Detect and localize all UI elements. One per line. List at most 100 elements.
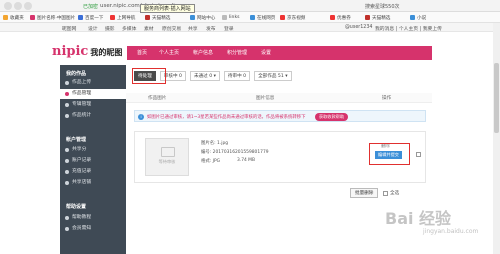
site-logo[interactable]: nipic 我的昵图 <box>52 44 122 59</box>
sidebar-item-tutorial[interactable]: 帮助教程 <box>60 213 126 223</box>
filter-in-review[interactable]: 待审中 0 <box>223 71 251 81</box>
site-nav-item[interactable]: 设计 <box>88 25 98 32</box>
notice-help-button[interactable]: 获取收款帮助 <box>315 113 349 121</box>
bookmark-item[interactable]: 上网导航 <box>110 15 135 21</box>
username[interactable]: @user1234 <box>345 25 372 30</box>
highlight-box-action <box>369 143 410 165</box>
site-nav-item[interactable]: 多媒体 <box>122 25 136 32</box>
sidebar-item-label: 充值记录 <box>72 169 92 174</box>
bookmark-label: 天猫精选 <box>152 15 171 21</box>
bookmark-item[interactable]: 优惠券 <box>330 15 351 21</box>
tab-settings[interactable]: 设置 <box>261 49 271 56</box>
site-nav-item[interactable]: 登录 <box>224 25 234 32</box>
notice-icon <box>65 227 69 231</box>
site-nav-item[interactable]: 昵图网 <box>62 25 76 32</box>
bookmark-label: 收藏夹 <box>10 15 24 21</box>
select-all-checkbox[interactable] <box>383 191 388 196</box>
bookmark-item[interactable]: 天猫精选 <box>145 15 170 21</box>
thumbnail-label: 等待审核 <box>158 159 176 164</box>
notice-banner: i 如图片已通过审核，请1~3星若某些作品尚未通过审核的话，作品将被系统转移下 … <box>134 110 426 122</box>
bulk-delete-button[interactable]: 批量删除 <box>350 188 379 198</box>
sidebar-item-label: 帮助教程 <box>72 215 92 220</box>
forward-icon[interactable] <box>14 2 22 10</box>
bookmark-item[interactable]: 天猫精选 <box>365 15 390 21</box>
sidebar-item-member-notice[interactable]: 会员需知 <box>60 224 126 234</box>
logo-wordmark: nipic <box>52 44 89 59</box>
bookmark-icon <box>30 15 35 20</box>
highlight-box-filter <box>132 68 166 84</box>
filter-all[interactable]: 全部作品 51 ▾ <box>254 71 292 81</box>
bookmark-label: 小说 <box>417 15 427 21</box>
sidebar-item-points[interactable]: 共享分 <box>60 145 126 155</box>
bookmark-label: 图片名称·中国图片 <box>37 15 76 21</box>
select-all-label: 全选 <box>390 191 400 196</box>
thumbnail-placeholder[interactable]: 等待审核 <box>145 138 189 176</box>
bookmark-label: 京东视频 <box>287 15 306 21</box>
info-icon: i <box>138 113 144 120</box>
tab-home[interactable]: 首页 <box>137 49 147 56</box>
recharge-icon <box>65 170 69 174</box>
filter-rejected[interactable]: 未通过 0 ▾ <box>189 71 220 81</box>
sidebar-item-label: 共享店铺 <box>72 180 92 185</box>
sidebar-item-albums[interactable]: 专辑管理 <box>60 100 126 110</box>
sidebar-item-shop[interactable]: 共享店铺 <box>60 178 126 188</box>
bookmark-item[interactable]: 图片名称·中国图片 <box>30 15 75 21</box>
tab-profile[interactable]: 个人主页 <box>159 49 179 56</box>
help-icon <box>65 216 69 220</box>
item-checkbox[interactable] <box>416 152 421 157</box>
bookmark-item[interactable]: 在线网页 <box>250 15 275 21</box>
bookmark-item[interactable]: 百度一下 <box>78 15 103 21</box>
sidebar-item-upload[interactable]: 作品上传 <box>60 78 126 88</box>
sidebar-item-manage[interactable]: 作品管理 <box>60 89 126 99</box>
upload-icon <box>65 81 69 85</box>
records-icon <box>65 159 69 163</box>
sidebar-group-help: 帮助设置 <box>66 204 87 210</box>
tab-account[interactable]: 帐户信息 <box>193 49 213 56</box>
tab-points[interactable]: 积分管理 <box>227 49 247 56</box>
bookmark-icon <box>78 15 83 20</box>
bookmark-icon <box>330 15 335 20</box>
bookmark-item[interactable]: 网站中心 <box>190 15 215 21</box>
bookmark-label: 上网导航 <box>117 15 136 21</box>
notice-text: 如图片已通过审核，请1~3星若某些作品尚未通过审核的话，作品将被系统转移下 <box>147 115 306 120</box>
bookmark-icon <box>145 15 150 20</box>
bookmark-icon <box>410 15 415 20</box>
sidebar: 我的作品 作品上传 作品管理 专辑管理 作品统计 帐户管理 共享分 账户记录 充… <box>60 65 126 254</box>
bookmark-label: 在线网页 <box>257 15 276 21</box>
sidebar-item-recharge[interactable]: 充值记录 <box>60 167 126 177</box>
bookmark-label: 优惠券 <box>337 15 351 21</box>
page-header: nipic 我的昵图 首页 个人主页 帐户信息 积分管理 设置 <box>0 32 500 65</box>
site-nav-item[interactable]: 发布 <box>206 25 216 32</box>
sidebar-item-label: 作品上传 <box>72 80 92 85</box>
page-scrollbar[interactable] <box>493 23 500 254</box>
browser-search-box[interactable]: 搜索星球550次 <box>365 3 400 10</box>
column-header: 作品图片 <box>148 96 167 101</box>
secure-badge: 已加密 <box>83 4 99 10</box>
bookmark-item[interactable]: links <box>222 14 240 20</box>
sidebar-item-records[interactable]: 账户记录 <box>60 156 126 166</box>
item-number: 编号: 20170316201559801779 <box>201 150 269 155</box>
bookmark-item[interactable]: 收藏夹 <box>3 15 24 21</box>
sidebar-item-label: 专辑管理 <box>72 102 92 107</box>
scrollbar-thumb[interactable] <box>494 63 499 133</box>
bookmark-icon <box>190 15 195 20</box>
site-nav-right-links[interactable]: 我的消息 | 个人主页 | 我要上传 <box>375 25 442 32</box>
sidebar-item-stats[interactable]: 作品统计 <box>60 111 126 121</box>
site-nav-item[interactable]: 摄影 <box>105 25 115 32</box>
site-nav-item[interactable]: 共享 <box>188 25 198 32</box>
sidebar-item-label: 会员需知 <box>72 226 92 231</box>
refresh-icon[interactable] <box>24 2 32 10</box>
main-nav-bar: 首页 个人主页 帐户信息 积分管理 设置 <box>127 46 432 60</box>
points-icon <box>65 148 69 152</box>
site-nav-item[interactable]: 原创交易 <box>162 25 181 32</box>
site-nav-item[interactable]: 素材 <box>144 25 154 32</box>
column-header: 图片信息 <box>256 96 275 101</box>
bookmark-icon <box>3 15 8 20</box>
item-name: 图片名: 1.jpg <box>201 141 229 146</box>
back-icon[interactable] <box>4 2 12 10</box>
site-top-nav: 昵图网 设计 摄影 多媒体 素材 原创交易 共享 发布 登录 @user1234… <box>0 23 500 32</box>
bookmark-item[interactable]: 小说 <box>410 15 426 21</box>
watermark-url: jingyan.baidu.com <box>423 228 479 235</box>
bookmark-item[interactable]: 京东视频 <box>280 15 305 21</box>
shop-icon <box>65 181 69 185</box>
